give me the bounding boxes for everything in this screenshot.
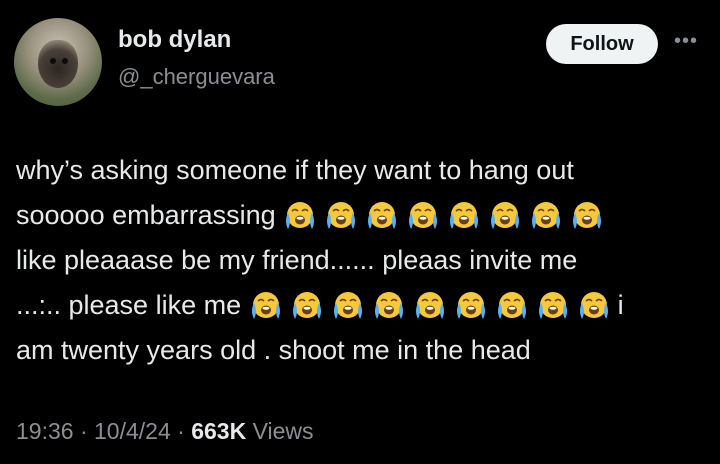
loudly-crying-face-icon (532, 202, 561, 229)
avatar[interactable] (14, 18, 102, 106)
display-name[interactable]: bob dylan (118, 26, 231, 54)
tweet-line: like pleaaase be my friend...... pleaas … (16, 245, 578, 275)
views-label: Views (252, 418, 314, 444)
meta-separator: · (177, 418, 185, 444)
loudly-crying-face-icon (374, 292, 403, 319)
loudly-crying-face-icon (368, 202, 397, 229)
tweet-line-text: ...:.. please like me (16, 290, 242, 320)
avatar-eye-right (62, 58, 68, 64)
avatar-eye-left (50, 58, 56, 64)
tweet-line-text: sooooo embarrassing (16, 200, 276, 230)
loudly-crying-face-icon (538, 292, 567, 319)
loudly-crying-face-icon (497, 292, 526, 319)
loudly-crying-face-icon (415, 292, 444, 319)
tweet-line: ...:.. please like me i (16, 283, 706, 328)
meta-separator: · (79, 418, 88, 444)
user-handle[interactable]: @_cherguevara (118, 64, 275, 90)
loudly-crying-face-icon (450, 202, 479, 229)
loudly-crying-face-icon (292, 292, 321, 319)
tweet-time[interactable]: 19:36 (16, 418, 74, 444)
loudly-crying-face-icon (456, 292, 485, 319)
loudly-crying-face-icon (327, 202, 356, 229)
emoji-row (249, 290, 618, 320)
tweet-date[interactable]: 10/4/24 (94, 418, 171, 444)
loudly-crying-face-icon (579, 292, 608, 319)
more-horizontal-icon[interactable]: ••• (674, 30, 698, 53)
tweet-line: why’s asking someone if they want to han… (16, 155, 574, 185)
tweet-line: sooooo embarrassing (16, 193, 706, 238)
tweet-meta: 19:36 · 10/4/24 · 663K Views (16, 418, 314, 445)
loudly-crying-face-icon (333, 292, 362, 319)
loudly-crying-face-icon (491, 202, 520, 229)
tweet-line-tail: i (617, 290, 624, 320)
loudly-crying-face-icon (251, 292, 280, 319)
avatar-dog-face (38, 40, 78, 88)
loudly-crying-face-icon (573, 202, 602, 229)
emoji-row (283, 200, 611, 230)
tweet-text: why’s asking someone if they want to han… (16, 148, 706, 373)
tweet-line: am twenty years old . shoot me in the he… (16, 335, 531, 365)
loudly-crying-face-icon (409, 202, 438, 229)
views-count: 663K (191, 418, 247, 444)
loudly-crying-face-icon (286, 202, 315, 229)
follow-button[interactable]: Follow (546, 24, 658, 64)
